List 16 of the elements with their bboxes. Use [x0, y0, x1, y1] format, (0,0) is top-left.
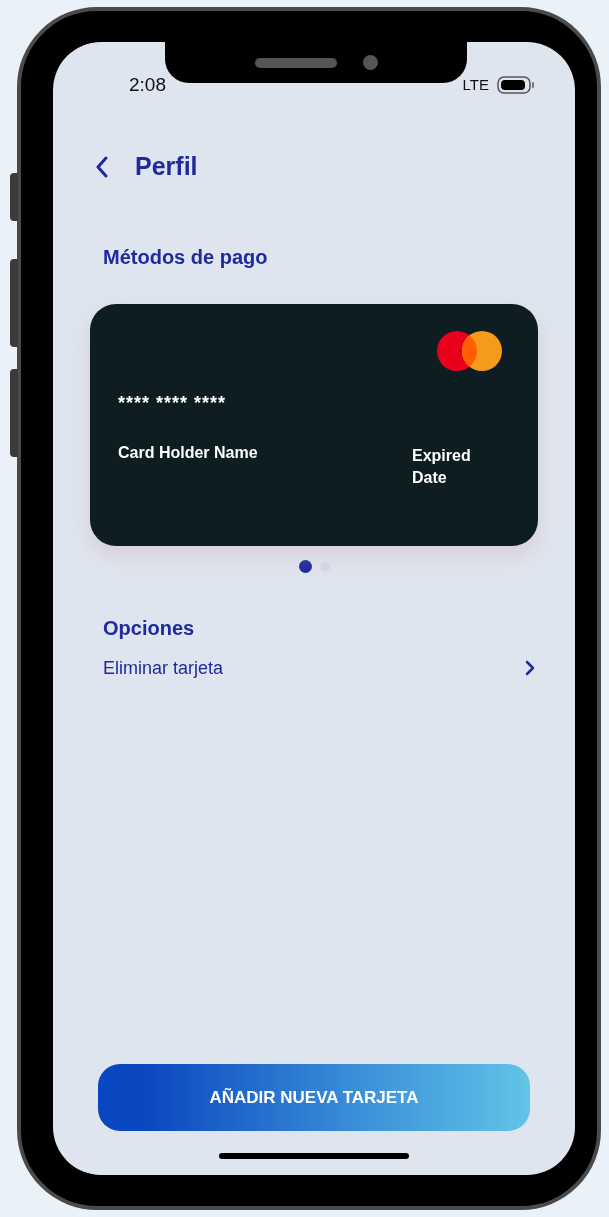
section-title: Opciones	[103, 615, 196, 641]
option-row[interactable]: Eliminar tarjeta	[103, 654, 535, 682]
page-title: Perfil	[135, 151, 198, 182]
status-time: 2:08	[129, 72, 166, 97]
section-title: Métodos de pago	[103, 244, 269, 270]
add-card-button[interactable]: AÑADIR NUEVA TARJETA	[98, 1064, 530, 1131]
option-label: Eliminar tarjeta	[103, 656, 224, 680]
card-number: **** **** ****	[118, 391, 228, 415]
card-brand-logo	[436, 329, 504, 372]
battery-icon	[497, 76, 535, 94]
chevron-right-icon	[525, 660, 535, 676]
credit-card[interactable]: **** **** **** Card Holder Name Expired Date	[90, 303, 538, 546]
back-icon[interactable]	[95, 155, 109, 178]
expiry-label: Expired Date	[412, 445, 472, 488]
card-holder-label: Card Holder Name	[118, 442, 258, 463]
network-label: LTE	[462, 74, 489, 95]
